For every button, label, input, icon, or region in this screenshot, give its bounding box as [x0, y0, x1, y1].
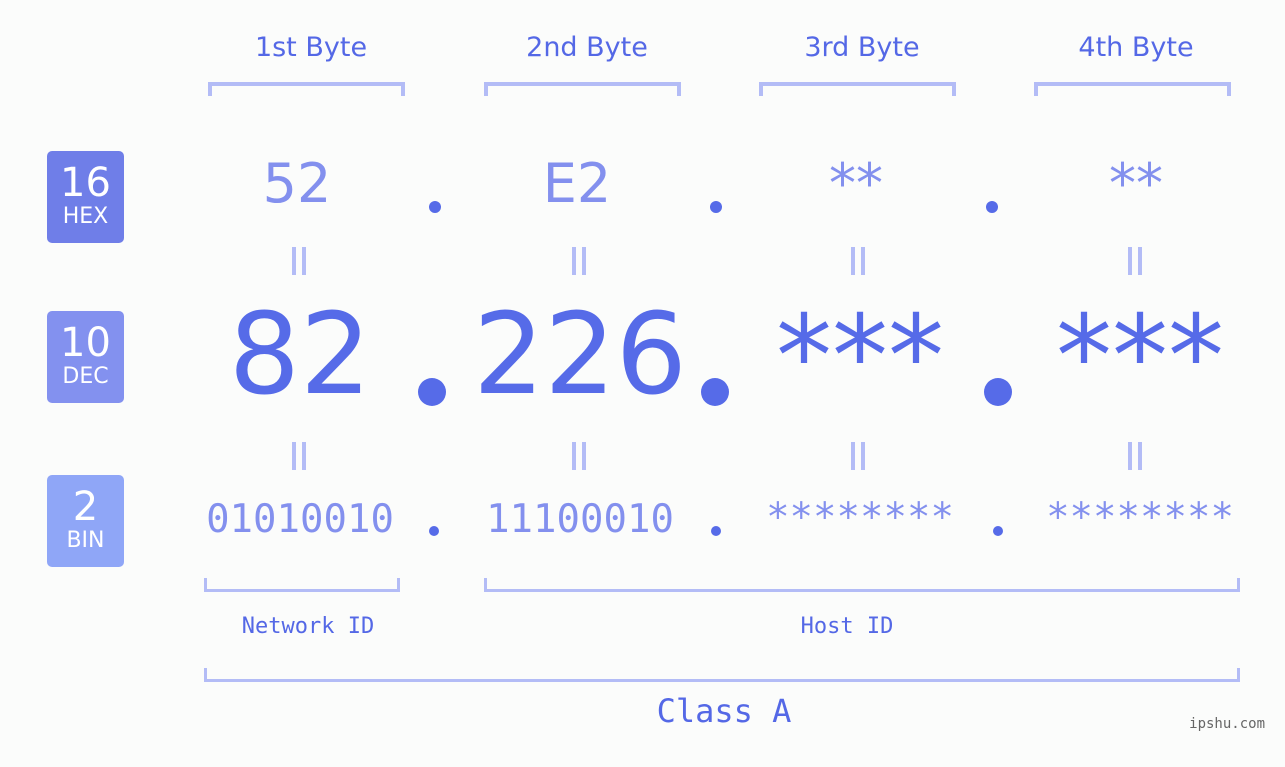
dec-separator-dot-2 — [701, 378, 729, 406]
hex-separator-dot-1 — [429, 201, 441, 213]
vertical-equals-icon — [289, 247, 309, 275]
bin-base-number: 2 — [72, 484, 99, 530]
vertical-equals-icon — [569, 247, 589, 275]
byte-bracket-3 — [759, 82, 956, 96]
network-id-label: Network ID — [241, 614, 375, 639]
bin-base-label: BIN — [66, 528, 105, 553]
byte-header-3: 3rd Byte — [804, 32, 920, 63]
byte-bracket-4 — [1034, 82, 1231, 96]
dec-value-1: 82 — [228, 290, 372, 420]
bin-separator-dot-2 — [711, 526, 721, 536]
vertical-equals-icon — [289, 442, 309, 470]
hex-separator-dot-2 — [710, 201, 722, 213]
dec-separator-dot-1 — [418, 378, 446, 406]
hex-badge: 16 HEX — [47, 151, 124, 243]
vertical-equals-icon — [1125, 442, 1145, 470]
hex-value-4: ** — [1109, 152, 1163, 215]
hex-value-3: ** — [829, 152, 883, 215]
hex-value-2: E2 — [542, 152, 612, 215]
bin-value-1: 01010010 — [206, 497, 394, 542]
dec-base-label: DEC — [62, 364, 109, 389]
hex-separator-dot-3 — [986, 201, 998, 213]
bin-value-4: ******** — [1046, 495, 1234, 540]
bin-separator-dot-3 — [993, 526, 1003, 536]
watermark: ipshu.com — [1189, 716, 1265, 732]
vertical-equals-icon — [1125, 247, 1145, 275]
hex-base-number: 16 — [60, 160, 111, 206]
dec-value-4: *** — [1056, 292, 1224, 422]
class-label: Class A — [656, 692, 792, 730]
dec-base-number: 10 — [60, 320, 111, 366]
hex-base-label: HEX — [62, 204, 109, 229]
bin-separator-dot-1 — [429, 526, 439, 536]
dec-value-2: 226 — [473, 290, 687, 420]
byte-bracket-2 — [484, 82, 681, 96]
dec-badge: 10 DEC — [47, 311, 124, 403]
vertical-equals-icon — [848, 442, 868, 470]
hex-value-1: 52 — [262, 152, 332, 215]
byte-header-4: 4th Byte — [1078, 32, 1194, 63]
byte-header-1: 1st Byte — [254, 32, 368, 63]
bin-value-3: ******** — [766, 495, 954, 540]
host-id-bracket — [484, 578, 1240, 592]
host-id-label: Host ID — [800, 614, 894, 639]
bin-badge: 2 BIN — [47, 475, 124, 567]
vertical-equals-icon — [848, 247, 868, 275]
byte-bracket-1 — [208, 82, 405, 96]
dec-separator-dot-3 — [984, 378, 1012, 406]
bin-value-2: 11100010 — [486, 497, 674, 542]
vertical-equals-icon — [569, 442, 589, 470]
byte-header-2: 2nd Byte — [526, 32, 648, 63]
dec-value-3: *** — [776, 292, 944, 422]
network-id-bracket — [204, 578, 400, 592]
class-bracket — [204, 668, 1240, 682]
